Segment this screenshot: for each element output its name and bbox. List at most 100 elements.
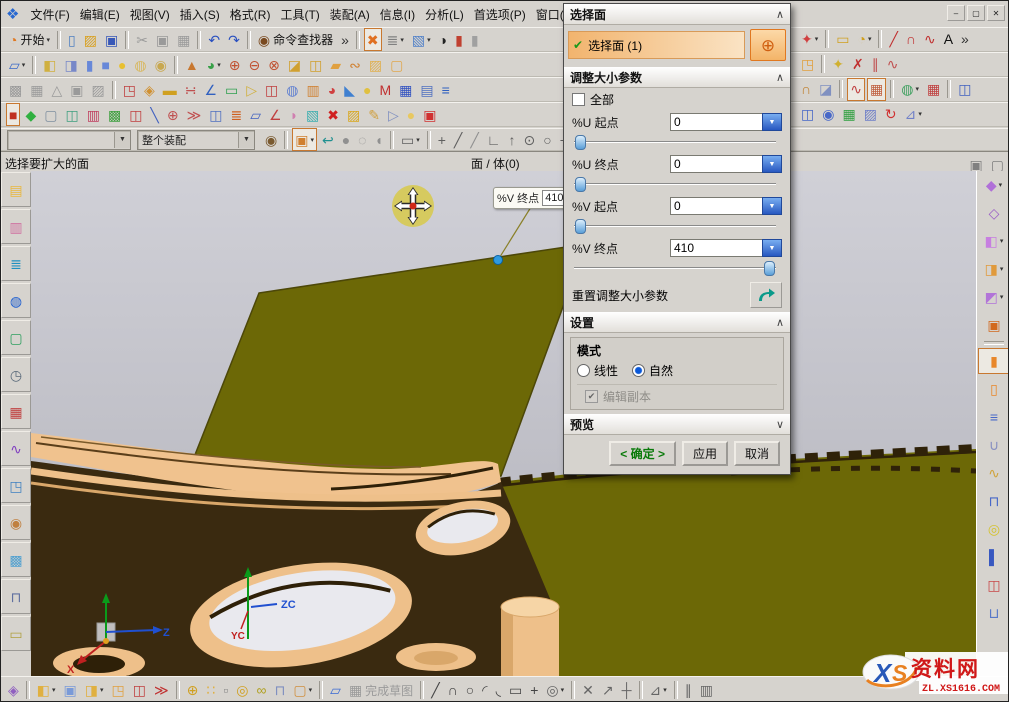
swept-button[interactable]: ∩ <box>798 78 814 101</box>
dropdown-arrow-icon[interactable]: ▾ <box>310 136 314 144</box>
mm-button[interactable]: ▥ <box>84 103 103 126</box>
collapse-icon[interactable]: ∧ <box>776 8 784 21</box>
reset-button[interactable] <box>750 282 782 308</box>
studio-spline-button[interactable]: ∿ <box>921 28 939 51</box>
select-face-group-header[interactable]: 选择面 ∧ <box>564 4 790 25</box>
dropdown-arrow-icon[interactable]: ▾ <box>1000 265 1004 273</box>
split-body-button[interactable]: ◫ <box>306 53 325 76</box>
level-button[interactable]: ▭ <box>222 78 241 101</box>
all-checkbox[interactable]: 全部 <box>564 88 790 110</box>
revolve-button[interactable]: ◕▾ <box>204 53 224 76</box>
edit-feature-button[interactable]: ■ <box>6 103 20 126</box>
menu-item[interactable]: 视图(V) <box>125 3 175 26</box>
electrode-design-button[interactable]: ▮ <box>978 348 1009 374</box>
face-collector-button[interactable]: ⊕ <box>750 29 786 61</box>
visualization-tab[interactable]: ∿ <box>1 431 31 466</box>
unite-button[interactable]: ⊕ <box>226 53 244 76</box>
slider-thumb[interactable] <box>575 219 586 234</box>
rainbow-button[interactable]: ≣ <box>227 103 245 126</box>
dropdown-arrow-icon[interactable]: ▾ <box>915 85 919 93</box>
back-arrow-button[interactable]: ↩ <box>319 128 337 151</box>
pattern-feature-button[interactable]: ◆ <box>22 103 39 126</box>
v-start-value[interactable]: 0 <box>670 197 762 215</box>
dropdown-arrow-icon[interactable]: ▾ <box>663 686 667 694</box>
menu-item[interactable]: 编辑(E) <box>75 3 125 26</box>
measure-distance-button[interactable]: ▭ <box>833 28 852 51</box>
datum-plane-button[interactable]: ◧ <box>40 53 59 76</box>
lines-button[interactable]: ≡ <box>439 78 453 101</box>
cavity-layout-button[interactable]: ◩▾ <box>978 284 1009 310</box>
cooling-channel-button[interactable]: ◎ <box>978 516 1009 542</box>
component-array-button[interactable]: ∷ <box>203 679 218 702</box>
assembly-constraints-button[interactable]: ≫ <box>151 679 172 702</box>
history-tab[interactable]: ◷ <box>1 357 31 392</box>
settings-group-header[interactable]: 设置 ∧ <box>564 312 790 333</box>
texture-button[interactable]: ▮ <box>468 28 482 51</box>
fan-button[interactable]: ◗ <box>287 103 301 126</box>
hole-button[interactable]: ◍ <box>131 53 149 76</box>
through-curves-button[interactable]: ∿ <box>847 78 865 101</box>
u-start-value[interactable]: 0 <box>670 113 762 131</box>
intersect-button[interactable]: ⊗ <box>265 53 283 76</box>
sphere-filter-button[interactable]: ● <box>339 128 353 151</box>
snap-up-button[interactable]: ↑ <box>506 128 519 151</box>
dropdown-arrow-icon[interactable]: ▾ <box>46 36 50 44</box>
project-curve-button[interactable]: ∥ <box>869 53 882 76</box>
start-menu-button[interactable]: ◔开始▾ <box>6 28 53 51</box>
constraint-navigator-tab[interactable]: ▥ <box>1 209 31 244</box>
menu-item[interactable]: 插入(S) <box>175 3 225 26</box>
angle-button[interactable]: ∠ <box>266 103 285 126</box>
vector-button[interactable]: ∠ <box>201 78 220 101</box>
shrinkage-button[interactable]: ◧▾ <box>978 228 1009 254</box>
v-end-slider[interactable] <box>574 260 776 275</box>
electrode-blank-button[interactable]: ▯ <box>978 376 1009 402</box>
curve-overflow-button[interactable]: » <box>958 28 972 51</box>
render-style-button[interactable]: ◑ <box>436 28 450 51</box>
dropdown-arrow-icon[interactable]: ▾ <box>561 686 565 694</box>
dropdown-arrow-icon[interactable]: ▾ <box>1000 237 1004 245</box>
dropdown-arrow-icon[interactable]: ▾ <box>416 136 420 144</box>
slider-thumb[interactable] <box>575 135 586 150</box>
ruled-button[interactable]: ◪ <box>816 78 835 101</box>
v-end-drag-handle[interactable] <box>494 256 503 265</box>
shell-face-button[interactable]: ◳ <box>798 53 817 76</box>
u-start-input[interactable]: 0 ▼ <box>670 113 782 131</box>
bom-list-button[interactable]: ◫ <box>978 572 1009 598</box>
workpiece-button[interactable]: ◨▾ <box>978 256 1009 282</box>
slider-lifter-button[interactable]: ≡ <box>978 404 1009 430</box>
subtract-button[interactable]: ⊖ <box>245 53 263 76</box>
selected-face-item[interactable]: ✔ 选择面 (1) <box>568 31 745 59</box>
select-filter-button[interactable]: ▣▾ <box>292 128 317 151</box>
clamp-button[interactable]: ⊓ <box>271 679 288 702</box>
color-grid-button[interactable]: ▩ <box>105 103 124 126</box>
hand-button[interactable]: ◖ <box>372 128 386 151</box>
palette-tab[interactable]: ▦ <box>1 394 31 429</box>
v-start-slider[interactable] <box>574 218 776 233</box>
initialize-project-button[interactable]: ◆▾ <box>978 172 1009 198</box>
dropdown-arrow-icon[interactable]: ▾ <box>868 35 872 43</box>
dropdown-arrow-icon[interactable]: ▾ <box>918 110 922 118</box>
u-end-value[interactable]: 0 <box>670 155 762 173</box>
menu-item[interactable]: 首选项(P) <box>469 3 531 26</box>
collapse-icon[interactable]: ∧ <box>776 71 784 84</box>
flow-path-button[interactable]: ∿ <box>978 460 1009 486</box>
snap-rotate-button[interactable]: ◌ <box>355 128 369 151</box>
mirror-assembly-button[interactable]: ◫ <box>130 679 149 702</box>
mold-tools-button[interactable]: ▣ <box>978 312 1009 338</box>
line-button[interactable]: ╱ <box>886 28 900 51</box>
datum-display-button[interactable]: ✦▾ <box>798 28 821 51</box>
internet-tab[interactable]: ◍ <box>1 283 31 318</box>
bound-button[interactable]: ◫ <box>206 103 225 126</box>
stage-tab[interactable]: ⊓ <box>1 579 31 614</box>
checkbox-icon[interactable] <box>572 93 585 106</box>
bridge-curve-button[interactable]: ∿ <box>884 53 902 76</box>
dropdown-arrow-icon[interactable]: ▾ <box>52 686 56 694</box>
measure-angle-button[interactable]: ◔▾ <box>854 28 874 51</box>
paste-button[interactable]: ▦ <box>174 28 193 51</box>
snap-corner-button[interactable]: ∟ <box>484 128 504 151</box>
dropdown-arrow-icon[interactable]: ▾ <box>1000 293 1004 301</box>
sketch-offset-button[interactable]: ◎▾ <box>543 679 567 702</box>
block-button[interactable]: ■ <box>98 53 112 76</box>
u-end-slider[interactable] <box>574 176 776 191</box>
datum-axis-button[interactable]: ◨ <box>62 53 81 76</box>
